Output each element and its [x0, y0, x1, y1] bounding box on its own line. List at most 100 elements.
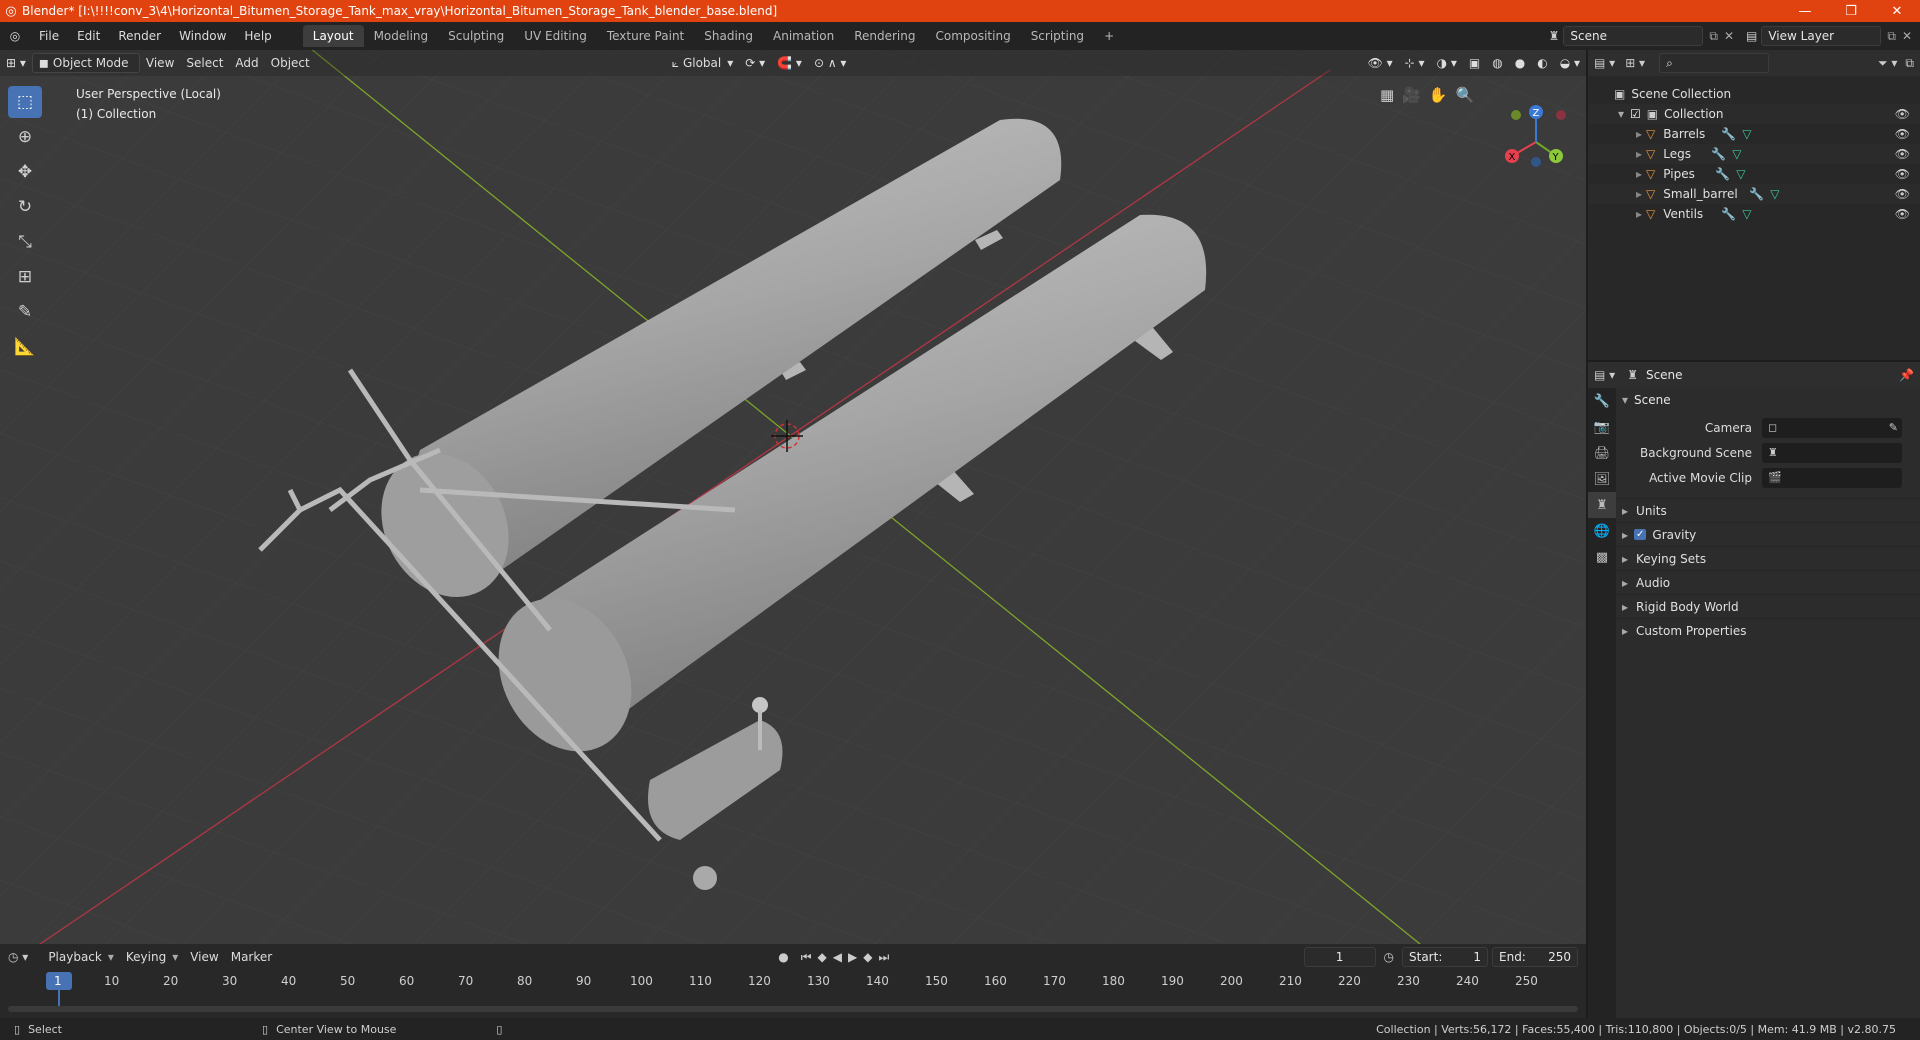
custom-properties-panel-header[interactable]: ▸ Custom Properties [1616, 618, 1920, 642]
play-icon[interactable]: ▶ [848, 950, 857, 964]
tab-scripting[interactable]: Scripting [1021, 25, 1094, 47]
tab-modeling[interactable]: Modeling [364, 25, 439, 47]
menu-timeline-view[interactable]: View [184, 947, 224, 967]
new-scene-icon[interactable]: ⧉ [1703, 29, 1724, 44]
expand-arrow-icon[interactable]: ▸ [1636, 207, 1642, 221]
move-tool-icon[interactable]: ✥ [8, 156, 42, 188]
camera-view-icon[interactable]: 🎥 [1402, 86, 1421, 104]
measure-tool-icon[interactable]: 📐 [8, 331, 42, 363]
menu-marker[interactable]: Marker [225, 947, 278, 967]
eye-icon[interactable]: 👁 [1895, 207, 1910, 221]
outliner-item-ventils[interactable]: ▸ ▽ Ventils 🔧 ▽ 👁 [1588, 204, 1920, 224]
outliner-editor-type-icon[interactable]: ▤ ▾ [1594, 56, 1615, 70]
view-layer-icon[interactable]: ▤ [1742, 29, 1761, 43]
tab-rendering[interactable]: Rendering [844, 25, 925, 47]
add-workspace-button[interactable]: + [1094, 25, 1124, 47]
mesh-data-icon[interactable]: ▽ [1742, 207, 1751, 221]
menu-select[interactable]: Select [180, 53, 229, 73]
transform-tool-icon[interactable]: ⊞ [8, 261, 42, 293]
tab-uv-editing[interactable]: UV Editing [514, 25, 597, 47]
menu-view[interactable]: View [140, 53, 180, 73]
outliner-item-pipes[interactable]: ▸ ▽ Pipes 🔧 ▽ 👁 [1588, 164, 1920, 184]
modifier-wrench-icon[interactable]: 🔧 [1721, 207, 1736, 221]
outliner-item-barrels[interactable]: ▸ ▽ Barrels 🔧 ▽ 👁 [1588, 124, 1920, 144]
eye-icon[interactable]: 👁 [1895, 167, 1910, 181]
play-reverse-icon[interactable]: ◀ [833, 950, 842, 964]
record-icon[interactable]: ● [778, 950, 788, 964]
clock-icon[interactable]: ◷ [1384, 950, 1394, 964]
jump-start-icon[interactable]: ⏮ [801, 950, 812, 965]
eye-icon[interactable]: 👁 [1895, 187, 1910, 201]
scale-tool-icon[interactable]: ⤡ [8, 226, 42, 258]
outliner-search-input[interactable]: ⌕ [1659, 53, 1770, 73]
menu-help[interactable]: Help [235, 29, 280, 43]
units-panel-header[interactable]: ▸ Units [1616, 498, 1920, 522]
visibility-icon[interactable]: 👁 ▾ [1362, 53, 1399, 73]
mode-selector[interactable]: ◼ Object Mode [31, 53, 140, 73]
disclosure-triangle-icon[interactable]: ▾ [1618, 107, 1624, 121]
new-view-layer-icon[interactable]: ⧉ [1881, 29, 1902, 44]
camera-field[interactable]: ◻ ✎ [1762, 417, 1902, 438]
eye-icon[interactable]: 👁 [1895, 107, 1910, 121]
scene-panel-header[interactable]: ▾ Scene [1616, 388, 1920, 412]
rendered-shading-icon[interactable]: ◒ ▾ [1554, 53, 1586, 73]
display-mode-icon[interactable]: ⊞ ▾ [1625, 56, 1645, 70]
close-button[interactable]: ✕ [1874, 4, 1920, 19]
pivot-icon[interactable]: ⟳ ▾ [739, 53, 771, 73]
scene-props-tab-icon[interactable]: ♜ [1588, 492, 1616, 518]
start-frame-field[interactable]: Start: 1 [1402, 947, 1488, 967]
expand-arrow-icon[interactable]: ▸ [1636, 127, 1642, 141]
gravity-checkbox[interactable]: ✓ [1634, 529, 1647, 540]
tab-shading[interactable]: Shading [694, 25, 763, 47]
world-props-tab-icon[interactable]: 🌐 [1588, 518, 1616, 544]
tool-props-tab-icon[interactable]: 🔧 [1588, 388, 1616, 414]
active-movie-clip-field[interactable]: 🎬 [1762, 467, 1902, 488]
modifier-wrench-icon[interactable]: 🔧 [1711, 147, 1726, 161]
outliner-item-small-barrel[interactable]: ▸ ▽ Small_barrel 🔧 ▽ 👁 [1588, 184, 1920, 204]
menu-file[interactable]: File [30, 29, 68, 43]
timeline-ruler[interactable]: 1 10 20 30 40 50 60 70 80 90 100 110 120… [8, 972, 1578, 1006]
outliner-collection[interactable]: ▾ ☑ ▣ Collection 👁 [1588, 104, 1920, 124]
texture-props-tab-icon[interactable]: ▩ [1588, 544, 1616, 570]
tab-layout[interactable]: Layout [302, 25, 364, 47]
modifier-wrench-icon[interactable]: 🔧 [1749, 187, 1764, 201]
outliner-scene-collection[interactable]: ▣ Scene Collection [1588, 84, 1920, 104]
keying-sets-panel-header[interactable]: ▸ Keying Sets [1616, 546, 1920, 570]
material-shading-icon[interactable]: ◐ [1531, 53, 1553, 73]
modifier-wrench-icon[interactable]: 🔧 [1715, 167, 1730, 181]
tab-sculpting[interactable]: Sculpting [438, 25, 514, 47]
expand-arrow-icon[interactable]: ▸ [1636, 167, 1642, 181]
current-frame-field[interactable]: 1 [1303, 947, 1376, 967]
eye-icon[interactable]: 👁 [1895, 127, 1910, 141]
gravity-panel-header[interactable]: ▸ ✓ Gravity [1616, 522, 1920, 546]
3d-viewport[interactable]: ⊞ ▾ ◼ Object Mode View Select Add Object… [0, 50, 1586, 944]
maximize-button[interactable]: ❐ [1828, 4, 1874, 19]
pin-icon[interactable]: 📌 [1899, 368, 1914, 382]
blender-menu-icon[interactable]: ◎ [0, 29, 30, 43]
audio-panel-header[interactable]: ▸ Audio [1616, 570, 1920, 594]
mesh-data-icon[interactable]: ▽ [1742, 127, 1751, 141]
mesh-data-icon[interactable]: ▽ [1732, 147, 1741, 161]
timeline-scrollbar[interactable] [8, 1006, 1578, 1012]
view-layer-selector[interactable]: View Layer [1761, 26, 1882, 46]
expand-arrow-icon[interactable]: ▸ [1636, 187, 1642, 201]
mesh-data-icon[interactable]: ▽ [1770, 187, 1779, 201]
output-props-tab-icon[interactable]: 🖨 [1588, 440, 1616, 466]
rigid-body-world-panel-header[interactable]: ▸ Rigid Body World [1616, 594, 1920, 618]
remove-view-layer-icon[interactable]: ✕ [1902, 29, 1920, 43]
eyedropper-icon[interactable]: ✎ [1889, 421, 1898, 434]
rotate-tool-icon[interactable]: ↻ [8, 191, 42, 223]
eye-icon[interactable]: 👁 [1895, 147, 1910, 161]
jump-end-icon[interactable]: ⏭ [878, 950, 889, 965]
end-frame-field[interactable]: End: 250 [1492, 947, 1578, 967]
menu-window[interactable]: Window [170, 29, 235, 43]
tab-texture-paint[interactable]: Texture Paint [597, 25, 694, 47]
expand-arrow-icon[interactable]: ▸ [1636, 147, 1642, 161]
transform-orientation-selector[interactable]: ⟀ Global ▾ [666, 53, 740, 73]
new-collection-icon[interactable]: ⧉ [1905, 56, 1914, 71]
minimize-button[interactable]: — [1782, 4, 1828, 19]
background-scene-field[interactable]: ♜ [1762, 442, 1902, 463]
properties-editor-type-icon[interactable]: ▤ ▾ [1594, 368, 1615, 382]
overlay-toggle-icon[interactable]: ◑ ▾ [1431, 53, 1463, 73]
navigation-gizmo[interactable]: X Y Z [1496, 92, 1576, 172]
